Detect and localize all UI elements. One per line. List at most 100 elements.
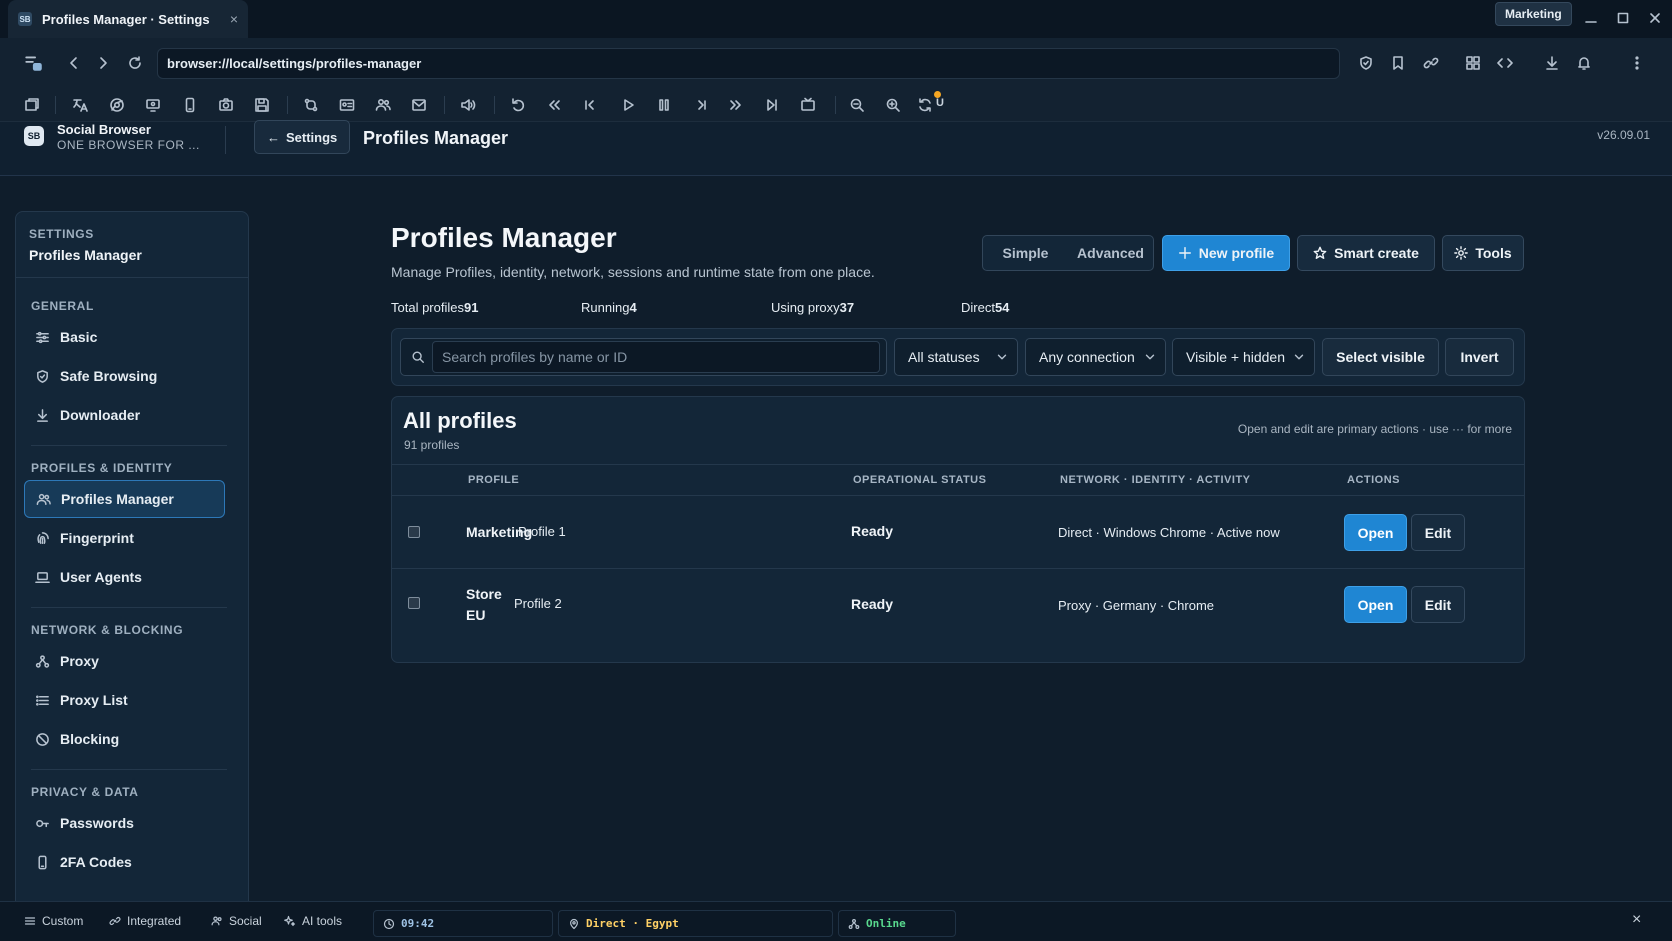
sidebar-item-basic[interactable]: Basic	[24, 318, 225, 356]
mail-icon[interactable]	[411, 97, 427, 113]
zoom-out-icon[interactable]	[849, 97, 865, 113]
extensions-icon[interactable]	[1465, 55, 1481, 71]
download-icon[interactable]	[1544, 55, 1560, 71]
page-subtitle: Manage Profiles, identity, network, sess…	[391, 264, 875, 280]
status-social-button[interactable]: Social	[211, 914, 262, 928]
more-vertical-icon[interactable]	[1629, 55, 1645, 71]
back-icon[interactable]	[66, 55, 82, 71]
translate-icon[interactable]	[72, 97, 88, 113]
close-window-icon[interactable]	[1647, 10, 1663, 26]
id-card-icon[interactable]	[339, 97, 355, 113]
tools-label: Tools	[1475, 245, 1512, 261]
clock-icon	[383, 918, 395, 929]
sidebar-item-blocking[interactable]: Blocking	[24, 720, 225, 758]
sliders-icon	[36, 331, 49, 343]
minimize-icon[interactable]	[1583, 10, 1599, 26]
sparkles-icon	[284, 915, 296, 927]
sidebar-item-proxy[interactable]: Proxy	[24, 642, 225, 680]
invert-button[interactable]: Invert	[1445, 338, 1514, 376]
skip-end-icon[interactable]	[764, 97, 780, 113]
connection-filter-select[interactable]: Any connection	[1025, 338, 1166, 376]
sidebar-label: SETTINGS	[29, 227, 94, 241]
mobile-icon[interactable]	[182, 97, 198, 113]
profile-name-line: Store	[466, 586, 502, 602]
tabs-icon[interactable]	[24, 97, 40, 113]
open-profile-button[interactable]: Open	[1344, 514, 1407, 551]
status-custom-button[interactable]: Custom	[24, 914, 83, 928]
close-statusbar-icon[interactable]: ×	[1632, 911, 1641, 929]
sidebar-item-proxy-list[interactable]: Proxy List	[24, 681, 225, 719]
pause-icon[interactable]	[656, 97, 672, 113]
edit-profile-button[interactable]: Edit	[1411, 586, 1465, 623]
tv-icon[interactable]	[800, 97, 816, 113]
maximize-icon[interactable]	[1615, 10, 1631, 26]
save-icon[interactable]	[254, 97, 270, 113]
search-input[interactable]	[432, 341, 880, 373]
sidebar-item-2fa-codes[interactable]: 2FA Codes	[24, 843, 225, 881]
rewind-icon[interactable]	[546, 97, 562, 113]
route-icon[interactable]	[303, 97, 319, 113]
devtools-icon[interactable]	[1497, 55, 1513, 71]
visibility-filter-select[interactable]: Visible + hidden	[1172, 338, 1315, 376]
profiles-table-card: All profiles 91 profiles Open and edit a…	[391, 396, 1525, 663]
profile-id: Profile 1	[518, 524, 566, 539]
sidebar-item-user-agents[interactable]: User Agents	[24, 558, 225, 596]
table-hint: Open and edit are primary actions · use …	[1237, 422, 1512, 436]
edit-profile-button[interactable]: Edit	[1411, 514, 1465, 551]
mode-simple-button[interactable]: Simple	[983, 245, 1068, 261]
open-profile-button[interactable]: Open	[1344, 586, 1407, 623]
sidebar-item-passwords[interactable]: Passwords	[24, 804, 225, 842]
sidebar-toggle-icon[interactable]	[24, 53, 44, 73]
table-row[interactable]: Marketing Profile 1 Ready Direct · Windo…	[392, 496, 1524, 569]
tab-close-icon[interactable]: ×	[230, 11, 238, 27]
mode-advanced-button[interactable]: Advanced	[1068, 245, 1153, 261]
table-row[interactable]: Store EU Profile 2 Ready Proxy · Germany…	[392, 569, 1524, 642]
new-profile-label: New profile	[1198, 245, 1275, 261]
camera-icon[interactable]	[218, 97, 234, 113]
fast-forward-icon[interactable]	[728, 97, 744, 113]
skip-back-icon[interactable]	[582, 97, 598, 113]
tools-button[interactable]: Tools	[1442, 235, 1524, 271]
key-icon	[36, 819, 49, 827]
shield-check-icon[interactable]	[1358, 55, 1374, 71]
url-bar[interactable]: browser://local/settings/profiles-manage…	[157, 48, 1340, 79]
status-integrated-button[interactable]: Integrated	[109, 914, 181, 928]
select-visible-button[interactable]: Select visible	[1322, 338, 1439, 376]
chrome-icon[interactable]	[109, 97, 125, 113]
row-checkbox[interactable]	[408, 597, 420, 609]
status-item-label: Social	[229, 914, 262, 928]
active-profile-badge[interactable]: Marketing	[1495, 2, 1572, 26]
sidebar-item-safe-browsing[interactable]: Safe Browsing	[24, 357, 225, 395]
zoom-in-icon[interactable]	[885, 97, 901, 113]
link-icon	[109, 916, 121, 926]
version-label: v26.09.01	[1597, 128, 1650, 142]
stat-label: Using proxy	[771, 300, 840, 315]
row-checkbox[interactable]	[408, 526, 420, 538]
sidebar-item-fingerprint[interactable]: Fingerprint	[24, 519, 225, 557]
step-forward-icon[interactable]	[693, 97, 709, 113]
clock-display: 09:42	[373, 910, 553, 937]
monitor-icon[interactable]	[145, 97, 161, 113]
sidebar-item-downloader[interactable]: Downloader	[24, 396, 225, 434]
network-summary: Proxy · Germany · Chrome	[1058, 598, 1215, 613]
browser-tab[interactable]: SB Profiles Manager · Settings ×	[8, 0, 248, 38]
forward-icon[interactable]	[95, 55, 111, 71]
status-ai-tools-button[interactable]: AI tools	[284, 914, 342, 928]
new-profile-button[interactable]: New profile	[1162, 235, 1290, 271]
reload-icon[interactable]	[127, 55, 143, 71]
sidebar-divider	[31, 607, 227, 608]
volume-icon[interactable]	[460, 97, 476, 113]
connection-display[interactable]: Direct · Egypt	[558, 910, 833, 937]
sidebar-item-profiles-manager[interactable]: Profiles Manager	[24, 480, 225, 518]
back-to-settings-button[interactable]: ← Settings	[254, 120, 351, 154]
shield-icon	[37, 369, 48, 383]
status-filter-select[interactable]: All statuses	[894, 338, 1018, 376]
sync-icon[interactable]	[917, 97, 933, 113]
undo-icon[interactable]	[510, 97, 526, 113]
bell-icon[interactable]	[1576, 55, 1592, 71]
link-icon[interactable]	[1423, 55, 1439, 71]
play-icon[interactable]	[620, 97, 636, 113]
smart-create-button[interactable]: Smart create	[1297, 235, 1435, 271]
users-icon[interactable]	[375, 97, 391, 113]
bookmark-icon[interactable]	[1390, 55, 1406, 71]
